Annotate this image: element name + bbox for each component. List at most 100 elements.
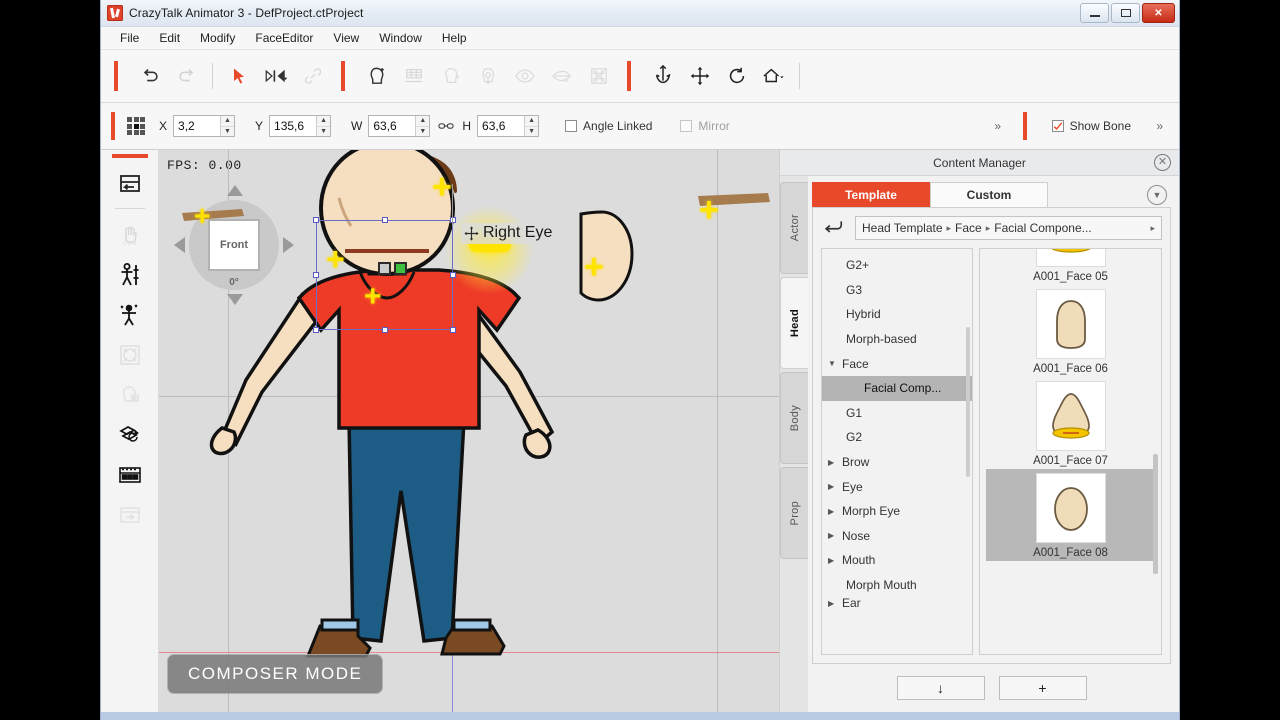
move-cross-icon[interactable] (681, 58, 718, 95)
tree-item-facial-components[interactable]: Facial Comp... (822, 375, 972, 401)
menu-help[interactable]: Help (433, 28, 476, 48)
chevron-down-icon[interactable]: ▼ (828, 359, 842, 368)
thumbnail-scrollbar[interactable] (1153, 454, 1158, 574)
bone-edit-icon[interactable] (110, 295, 150, 335)
overflow-left-chevron[interactable]: » (994, 119, 1001, 133)
character-bone-icon[interactable] (110, 255, 150, 295)
chevron-down-circle-icon[interactable]: ▼ (1147, 184, 1167, 205)
pivot-marker-brow-right[interactable]: + (699, 193, 719, 227)
tree-item-ear[interactable]: ▶ Ear (822, 597, 972, 609)
add-button[interactable]: + (998, 676, 1087, 700)
x-input[interactable] (174, 116, 221, 136)
undo-icon[interactable] (131, 58, 168, 95)
tree-item-morph-based[interactable]: Morph-based (822, 327, 972, 352)
close-circle-icon[interactable]: ✕ (1154, 154, 1171, 171)
y-input[interactable] (270, 116, 317, 136)
show-bone-checkbox[interactable]: Show Bone (1051, 119, 1131, 133)
chevron-right-icon[interactable]: ▶ (828, 599, 842, 608)
menu-edit[interactable]: Edit (150, 28, 189, 48)
download-button[interactable]: ↓ (896, 676, 985, 700)
chevron-right-icon[interactable]: ▶ (828, 556, 842, 565)
h-field[interactable]: ▲▼ (477, 115, 540, 137)
tree-item-brow[interactable]: ▶ Brow (822, 450, 972, 475)
y-stepper[interactable]: ▲ ▼ (316, 116, 331, 136)
thumbnail-item[interactable]: A001_Face 05 (986, 249, 1155, 285)
arrow-cursor-icon[interactable] (220, 58, 257, 95)
tree-item-g2[interactable]: G2 (822, 425, 972, 450)
pivot-marker-face-detached[interactable]: + (584, 250, 604, 284)
sel-handle-mr[interactable] (450, 272, 456, 278)
pivot-marker-hair[interactable]: + (432, 170, 452, 204)
angle-linked-checkbox[interactable]: Angle Linked (565, 119, 652, 133)
cm-tab-actor[interactable]: Actor (780, 182, 808, 274)
thumbnail-item-selected[interactable]: A001_Face 08 (986, 469, 1155, 561)
tree-item-nose[interactable]: ▶ Nose (822, 524, 972, 549)
chevron-right-icon[interactable]: ▶ (828, 531, 842, 540)
breadcrumb[interactable]: Head Template ▸ Face ▸ Facial Compone...… (855, 216, 1162, 240)
menu-modify[interactable]: Modify (191, 28, 244, 48)
thumbnail-list[interactable]: A001_Face 05 A001_Face 06 A001_Face 07 A… (979, 248, 1162, 655)
sel-handle-bl[interactable] (313, 327, 319, 333)
panel-layout-icon[interactable] (110, 164, 150, 204)
chevron-right-icon[interactable]: ▶ (828, 458, 842, 467)
cm-tab-head[interactable]: Head (780, 277, 808, 369)
w-input[interactable] (369, 116, 416, 136)
tree-item-morph-eye[interactable]: ▶ Morph Eye (822, 499, 972, 524)
h-stepper[interactable]: ▲ ▼ (524, 116, 539, 136)
selection-bounding-box[interactable] (313, 217, 456, 333)
back-arrow-icon[interactable] (821, 218, 845, 238)
flip-icon[interactable] (257, 58, 294, 95)
tree-scrollbar[interactable] (966, 327, 970, 477)
cm-tab-prop[interactable]: Prop (780, 467, 808, 559)
h-input[interactable] (478, 116, 525, 136)
menu-file[interactable]: File (111, 28, 148, 48)
menu-window[interactable]: Window (370, 28, 431, 48)
breadcrumb-item-3[interactable]: Facial Compone... (994, 221, 1091, 235)
w-field[interactable]: ▲▼ (368, 115, 431, 137)
sel-handle-tc[interactable] (381, 217, 388, 223)
tab-template[interactable]: Template (812, 182, 930, 207)
sel-handle-tr[interactable] (450, 217, 456, 223)
sel-handle-tl[interactable] (313, 217, 319, 223)
y-field[interactable]: ▲▼ (269, 115, 332, 137)
chevron-right-icon[interactable]: ▶ (828, 507, 842, 516)
cm-tab-body[interactable]: Body (780, 372, 808, 464)
tree-item-g3[interactable]: G3 (822, 278, 972, 303)
sel-handle-br[interactable] (450, 327, 456, 333)
layer-swap-icon[interactable] (110, 415, 150, 455)
menu-faceeditor[interactable]: FaceEditor (246, 28, 322, 48)
breadcrumb-item-2[interactable]: Face (955, 221, 982, 235)
menu-view[interactable]: View (324, 28, 368, 48)
tree-item-eye[interactable]: ▶ Eye (822, 474, 972, 499)
maximize-button[interactable] (1111, 3, 1140, 23)
column-resize-grip[interactable] (972, 381, 973, 433)
home-icon[interactable] (755, 58, 792, 95)
anchor-pivot-icon[interactable] (644, 58, 681, 95)
chevron-right-icon[interactable]: ▶ (828, 482, 842, 491)
tree-item-morph-mouth[interactable]: Morph Mouth (822, 573, 972, 598)
angle-linked-box[interactable] (565, 120, 578, 132)
w-stepper[interactable]: ▲ ▼ (415, 116, 430, 136)
key-grid-icon[interactable] (110, 455, 150, 495)
sel-handle-bc[interactable] (381, 327, 388, 333)
pivot-marker-brow-left[interactable]: + (194, 202, 210, 230)
tree-item-g2plus[interactable]: G2+ (822, 253, 972, 278)
tab-custom[interactable]: Custom (930, 182, 1048, 207)
show-bone-box[interactable] (1051, 120, 1064, 132)
x-field[interactable]: ▲▼ (173, 115, 236, 137)
sel-handle-ml[interactable] (313, 272, 319, 278)
rotate-icon[interactable] (718, 58, 755, 95)
x-stepper[interactable]: ▲ ▼ (220, 116, 235, 136)
tree-item-mouth[interactable]: ▶ Mouth (822, 548, 972, 573)
tree-item-hybrid[interactable]: Hybrid (822, 302, 972, 327)
thumbnail-item[interactable]: A001_Face 07 (986, 377, 1155, 469)
head-sparkle-icon[interactable] (358, 58, 395, 95)
anchor-grid-icon[interactable] (127, 117, 145, 135)
chain-link-icon[interactable] (438, 120, 455, 132)
tree-item-g1[interactable]: G1 (822, 401, 972, 426)
tree-item-face[interactable]: ▼ Face (822, 351, 972, 376)
breadcrumb-item-1[interactable]: Head Template (862, 221, 943, 235)
category-tree[interactable]: G2+ G3 Hybrid Morph-based ▼ Face Facial C… (821, 248, 973, 655)
thumbnail-item[interactable]: A001_Face 06 (986, 285, 1155, 377)
stage-viewport[interactable]: FPS: 0.00 Front 0° + + + + + + Right Eye… (159, 150, 779, 712)
